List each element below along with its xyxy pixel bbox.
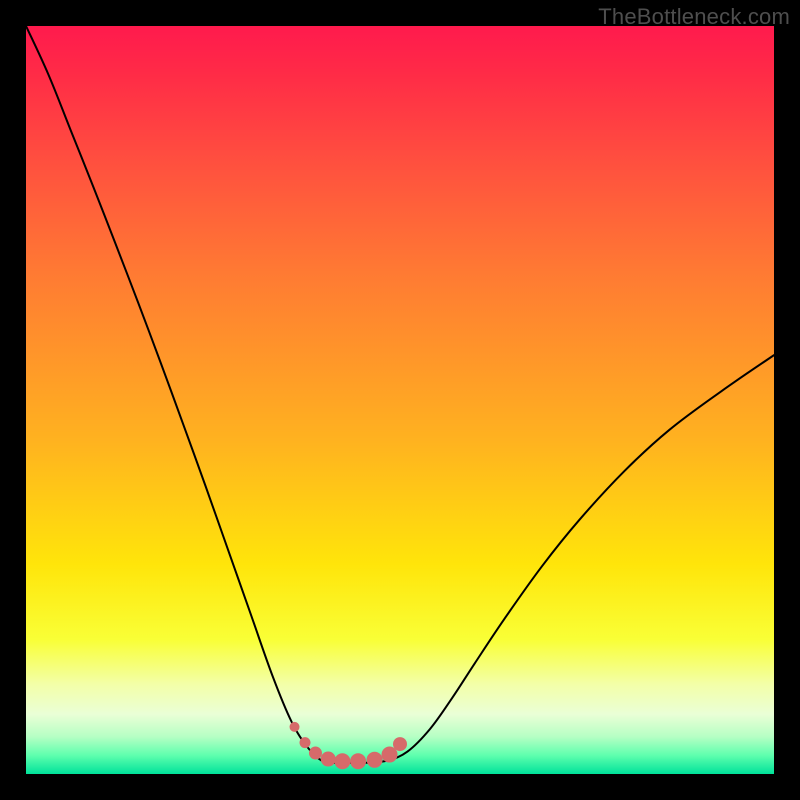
- valley-marker: [290, 722, 300, 732]
- valley-marker-group: [290, 722, 407, 769]
- valley-marker: [367, 752, 383, 768]
- plot-frame: [26, 26, 774, 774]
- plot-svg: [26, 26, 774, 774]
- watermark-text: TheBottleneck.com: [598, 4, 790, 30]
- valley-marker: [309, 747, 322, 760]
- valley-marker: [300, 737, 311, 748]
- valley-marker: [393, 737, 407, 751]
- valley-marker: [334, 753, 350, 769]
- valley-marker: [350, 753, 366, 769]
- valley-marker: [321, 752, 336, 767]
- bottleneck-curve: [26, 26, 774, 763]
